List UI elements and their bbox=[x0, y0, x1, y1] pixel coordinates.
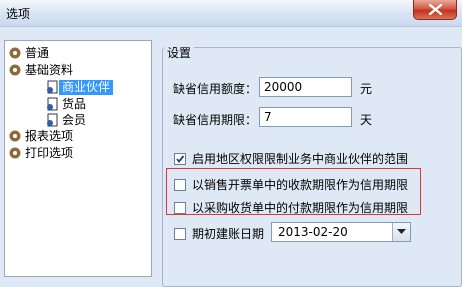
credit-period-input[interactable]: 7 bbox=[259, 107, 352, 127]
title-bar: 选项 bbox=[0, 0, 462, 27]
checkbox[interactable] bbox=[174, 227, 186, 240]
tree-item-goods[interactable]: 货品 bbox=[45, 96, 89, 112]
credit-limit-input[interactable]: 20000 bbox=[259, 77, 352, 97]
close-button[interactable] bbox=[413, 0, 457, 20]
tree-item-print-options[interactable]: 打印选项 bbox=[8, 145, 76, 161]
tree-item-report-options[interactable]: 报表选项 bbox=[8, 128, 76, 144]
option-init-date[interactable]: 期初建账日期 bbox=[174, 225, 264, 242]
tree-item-label: 打印选项 bbox=[25, 145, 74, 160]
option-sales-invoice-term[interactable]: 以销售开票单中的收款期限作为信用期限 bbox=[174, 176, 408, 193]
document-gear-icon bbox=[47, 113, 58, 127]
document-gear-icon bbox=[47, 80, 58, 94]
tree-item-business-partner[interactable]: 商业伙伴 bbox=[45, 79, 114, 95]
tree-item-label: 商业伙伴 bbox=[59, 79, 114, 95]
option-label: 启用地区权限限制业务中商业伙伴的范围 bbox=[192, 152, 409, 166]
credit-period-unit: 天 bbox=[360, 113, 373, 127]
tree-item-general[interactable]: 普通 bbox=[8, 45, 52, 61]
checkbox[interactable] bbox=[174, 152, 186, 165]
init-date-picker[interactable]: 2013-02-20 bbox=[271, 222, 411, 242]
date-dropdown-button[interactable] bbox=[392, 223, 410, 241]
gear-icon bbox=[9, 64, 21, 76]
option-purchase-receipt-term[interactable]: 以采购收货单中的付款期限作为信用期限 bbox=[174, 199, 408, 216]
tree-item-members[interactable]: 会员 bbox=[45, 112, 89, 128]
tree-item-label: 会员 bbox=[62, 112, 87, 127]
window-title: 选项 bbox=[6, 7, 31, 21]
tree-item-label: 货品 bbox=[62, 96, 87, 111]
document-gear-icon bbox=[47, 97, 58, 111]
checkbox[interactable] bbox=[174, 201, 186, 214]
credit-period-label: 缺省信用期限： bbox=[173, 113, 258, 127]
option-label: 以采购收货单中的付款期限作为信用期限 bbox=[192, 201, 409, 215]
option-label: 期初建账日期 bbox=[192, 227, 265, 241]
credit-limit-label: 缺省信用额度： bbox=[173, 82, 258, 96]
credit-limit-unit: 元 bbox=[360, 82, 373, 96]
chevron-down-icon bbox=[397, 229, 406, 234]
gear-icon bbox=[9, 147, 21, 159]
gear-icon bbox=[9, 47, 21, 59]
gear-icon bbox=[9, 130, 21, 142]
tree-item-label: 基础资料 bbox=[25, 62, 74, 77]
tree-item-basic-data[interactable]: 基础资料 bbox=[8, 62, 76, 78]
tree-item-label: 普通 bbox=[25, 45, 50, 60]
close-icon bbox=[429, 4, 442, 15]
checkmark-icon bbox=[176, 154, 185, 163]
settings-group-title: 设置 bbox=[164, 44, 195, 61]
init-date-value: 2013-02-20 bbox=[278, 225, 348, 239]
options-tree[interactable]: 普通 基础资料 商业伙伴 货品 会员 报表选项 打印选项 bbox=[4, 40, 152, 277]
tree-item-label: 报表选项 bbox=[25, 128, 74, 143]
checkbox[interactable] bbox=[174, 178, 186, 191]
option-region-permission[interactable]: 启用地区权限限制业务中商业伙伴的范围 bbox=[174, 150, 408, 167]
option-label: 以销售开票单中的收款期限作为信用期限 bbox=[192, 178, 409, 192]
